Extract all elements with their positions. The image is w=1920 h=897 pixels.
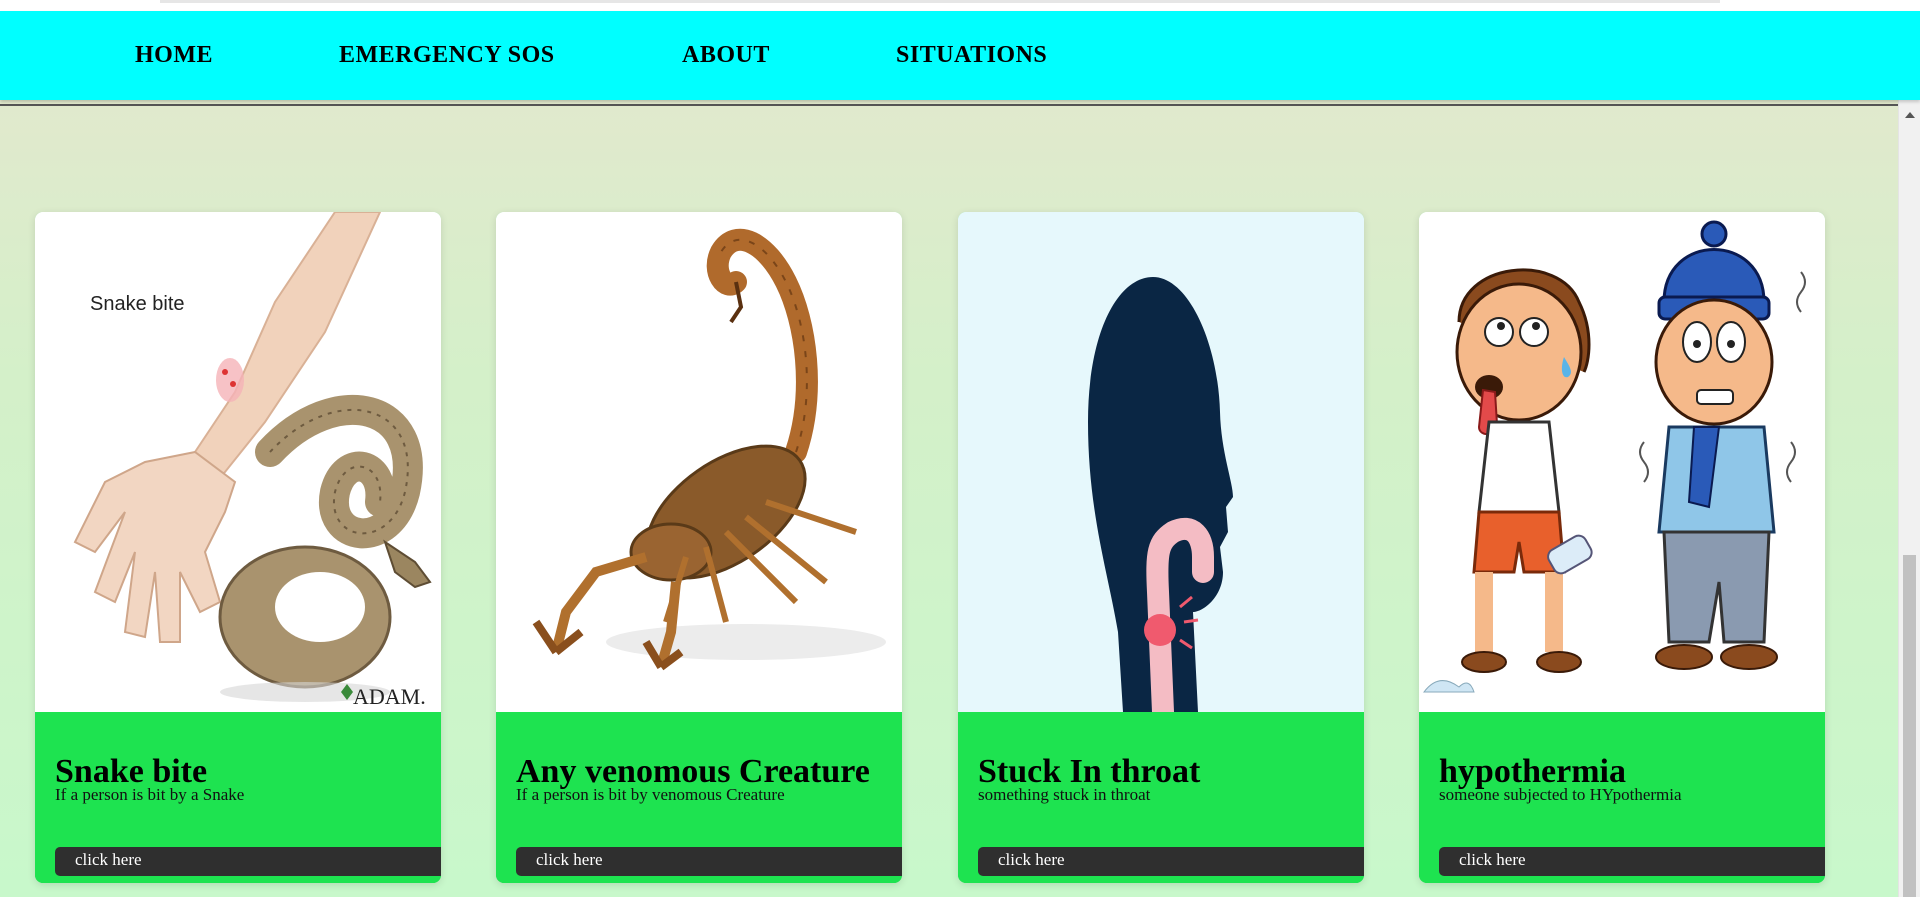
click-here-button[interactable]: click here [978,847,1364,876]
snake-bite-illustration-icon: Snake bite ADAM. [35,212,441,712]
click-here-button[interactable]: click here [1439,847,1825,876]
scorpion-icon [496,212,902,712]
hypothermia-image [1419,212,1825,712]
scroll-thumb[interactable] [1903,555,1916,897]
card-footer: hypothermia someone subjected to HYpothe… [1419,712,1825,883]
card-description: If a person is bit by venomous Creature [516,785,785,804]
card-footer: Stuck In throat something stuck in throa… [958,712,1364,883]
nav-home-link[interactable]: HOME [135,11,213,100]
card-description: If a person is bit by a Snake [55,785,245,804]
vertical-scrollbar[interactable] [1898,100,1920,897]
card-description: someone subjected to HYpothermia [1439,785,1682,804]
adam-credit-logo: ADAM. [353,684,426,709]
venomous-creature-image [496,212,902,712]
top-strip-line [160,0,1720,3]
nav-situations-link[interactable]: SITUATIONS [896,11,1047,100]
snake-bite-image-caption: Snake bite [90,293,185,315]
nav-about-link[interactable]: ABOUT [682,11,770,100]
nav-emergency-sos-link[interactable]: EMERGENCY SOS [339,11,555,100]
click-here-button[interactable]: click here [55,847,441,876]
situation-card-hypothermia: hypothermia someone subjected to HYpothe… [1419,212,1825,883]
scroll-up-arrow-icon[interactable] [1905,112,1915,118]
situation-card-snake-bite: Snake bite ADAM. Snake bite If a person … [35,212,441,883]
snake-bite-image: Snake bite ADAM. [35,212,441,712]
top-navbar: HOME EMERGENCY SOS ABOUT SITUATIONS [0,11,1920,100]
browser-top-strip [0,0,1920,11]
choking-throat-icon [958,212,1364,712]
hypothermia-cartoon-icon [1419,212,1825,712]
card-footer: Any venomous Creature If a person is bit… [496,712,902,883]
card-description: something stuck in throat [978,785,1151,804]
click-here-button[interactable]: click here [516,847,902,876]
stuck-in-throat-image [958,212,1364,712]
card-footer: Snake bite If a person is bit by a Snake… [35,712,441,883]
situation-card-stuck-in-throat: Stuck In throat something stuck in throa… [958,212,1364,883]
nav-divider [0,104,1898,106]
situation-card-venomous-creature: Any venomous Creature If a person is bit… [496,212,902,883]
